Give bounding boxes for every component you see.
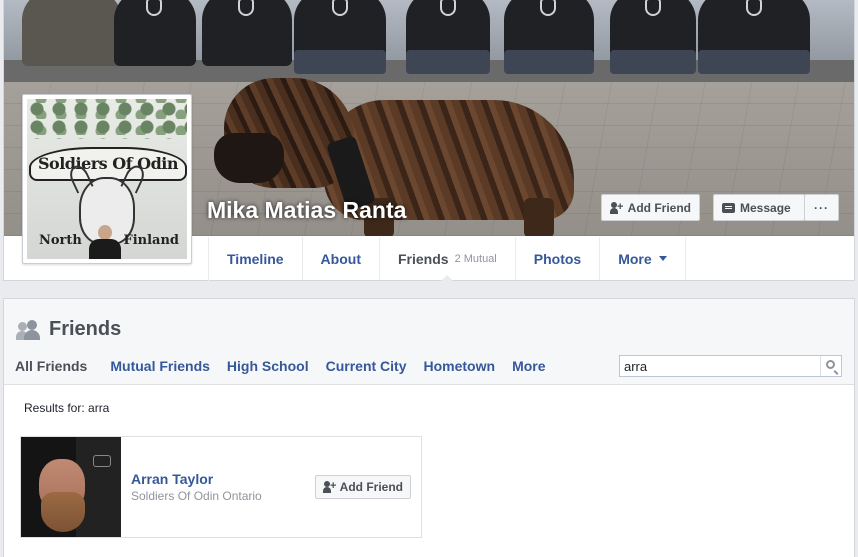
tab-label: Timeline xyxy=(227,250,284,267)
add-friend-icon xyxy=(323,481,336,493)
tab-more[interactable]: More xyxy=(600,237,686,280)
mutual-count: 2 Mutual xyxy=(454,252,497,265)
friends-search-box xyxy=(619,355,842,377)
filter-current-city[interactable]: Current City xyxy=(326,358,407,374)
friend-subtitle: Soldiers Of Odin Ontario xyxy=(131,489,262,503)
search-icon xyxy=(826,360,835,369)
cover-jeans xyxy=(294,50,386,74)
friend-avatar[interactable] xyxy=(21,437,121,537)
ivy-background xyxy=(27,99,187,139)
message-icon xyxy=(722,202,735,213)
picture-banner-left: North xyxy=(39,233,82,248)
tab-timeline[interactable]: Timeline xyxy=(209,237,303,280)
add-friend-icon xyxy=(610,201,623,214)
cover-jeans xyxy=(610,50,696,74)
cover-jeans xyxy=(504,50,594,74)
friends-heading: Friends xyxy=(49,318,122,340)
friends-search-input[interactable] xyxy=(620,356,820,376)
filter-high-school[interactable]: High School xyxy=(227,358,309,374)
profile-header-card: Mika Matias Ranta Add Friend Message ···… xyxy=(3,0,855,281)
filter-all-friends[interactable]: All Friends xyxy=(15,358,87,374)
add-friend-button[interactable]: Add Friend xyxy=(601,194,700,221)
friend-add-label: Add Friend xyxy=(339,480,403,494)
add-friend-label: Add Friend xyxy=(627,200,691,215)
picture-person xyxy=(87,225,123,259)
tab-friends[interactable]: Friends 2 Mutual xyxy=(380,237,516,281)
message-label: Message xyxy=(740,200,791,215)
filter-mutual-friends[interactable]: Mutual Friends xyxy=(110,358,210,374)
tab-label: More xyxy=(618,250,652,267)
friends-icon xyxy=(16,319,41,340)
friends-filter-tabs: All Friends Mutual Friends High School C… xyxy=(15,358,563,374)
cover-jeans xyxy=(406,50,490,74)
tab-label: About xyxy=(320,250,361,267)
cover-jeans xyxy=(698,50,810,74)
picture-banner-right: Finland xyxy=(123,233,179,248)
search-results-label: Results for: arra xyxy=(24,401,110,415)
tab-photos[interactable]: Photos xyxy=(516,237,601,280)
profile-picture[interactable]: Soldiers Of Odin North Finland xyxy=(22,94,192,264)
profile-nav: Timeline About Friends 2 Mutual Photos M… xyxy=(208,237,686,281)
profile-name[interactable]: Mika Matias Ranta xyxy=(207,197,406,224)
friend-result-card: Arran Taylor Soldiers Of Odin Ontario Ad… xyxy=(20,436,422,538)
profile-page: Mika Matias Ranta Add Friend Message ···… xyxy=(0,0,858,557)
cover-person xyxy=(22,0,122,66)
message-button[interactable]: Message xyxy=(713,194,805,221)
friend-add-button[interactable]: Add Friend xyxy=(315,475,411,499)
cover-person xyxy=(202,0,292,66)
friends-header: Friends All Friends Mutual Friends High … xyxy=(4,299,854,385)
ellipsis-icon: ··· xyxy=(814,200,829,215)
cover-person xyxy=(114,0,196,66)
more-options-button[interactable]: ··· xyxy=(804,194,839,221)
filter-hometown[interactable]: Hometown xyxy=(424,358,496,374)
friends-title: Friends xyxy=(16,318,121,341)
friend-name-link[interactable]: Arran Taylor xyxy=(131,471,213,487)
filter-more[interactable]: More xyxy=(512,358,545,374)
caret-down-icon xyxy=(658,256,667,261)
tab-label: Photos xyxy=(533,250,582,267)
tab-about[interactable]: About xyxy=(303,237,380,280)
tab-label: Friends xyxy=(397,250,449,267)
picture-banner-text: Soldiers Of Odin xyxy=(29,147,187,181)
friends-section: Friends All Friends Mutual Friends High … xyxy=(3,298,855,557)
search-button[interactable] xyxy=(820,356,841,376)
